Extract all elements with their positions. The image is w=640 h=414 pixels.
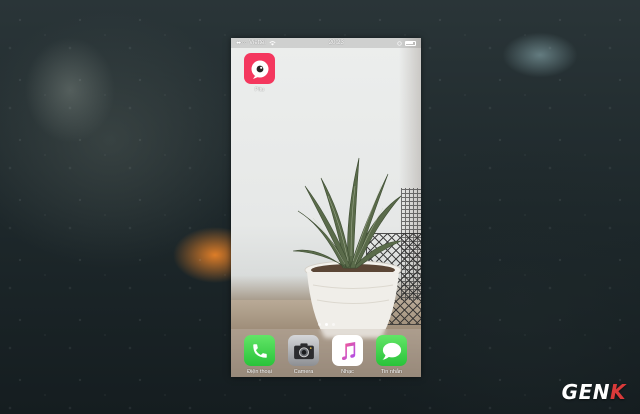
orientation-lock-icon (397, 40, 402, 46)
status-bar: ●●○○○ Viettel 20:23 (231, 38, 421, 48)
carrier-name: Viettel (249, 40, 266, 46)
camera-icon (288, 335, 319, 366)
app-label: Điện thoại (247, 369, 272, 375)
app-phone[interactable]: Điện thoại (244, 335, 275, 375)
pitu-icon (244, 53, 275, 84)
app-messages[interactable]: Tin nhắn (376, 335, 407, 375)
page-dot-active (324, 323, 328, 326)
iphone-home-screen: ●●○○○ Viettel 20:23 Pitu Điện thoại Came… (231, 38, 421, 377)
dock: Điện thoại Camera Nhạc Tin nhắn (231, 329, 421, 377)
wallpaper-snake-plant (293, 157, 402, 269)
watermark-text-main: GEN (561, 380, 610, 404)
wallpaper-plant-pot (304, 260, 402, 338)
page-indicator[interactable] (231, 323, 421, 326)
app-label: Camera (293, 369, 314, 375)
app-music[interactable]: Nhạc (332, 335, 363, 375)
app-pitu[interactable]: Pitu (244, 53, 275, 93)
phone-icon (244, 335, 275, 366)
page-dot (331, 323, 335, 326)
app-label: Pitu (254, 87, 265, 93)
app-label: Tin nhắn (380, 369, 403, 375)
battery-icon (404, 40, 416, 46)
page-dot (317, 323, 321, 326)
watermark-text-accent: K (610, 380, 626, 404)
clock: 20:23 (328, 40, 344, 46)
music-icon (332, 335, 363, 366)
app-label: Nhạc (341, 369, 354, 375)
signal-strength-icon: ●●○○○ (236, 40, 247, 46)
messages-icon (376, 335, 407, 366)
wifi-icon (269, 40, 276, 45)
genk-watermark-logo: GENK (562, 380, 626, 404)
app-camera[interactable]: Camera (288, 335, 319, 375)
